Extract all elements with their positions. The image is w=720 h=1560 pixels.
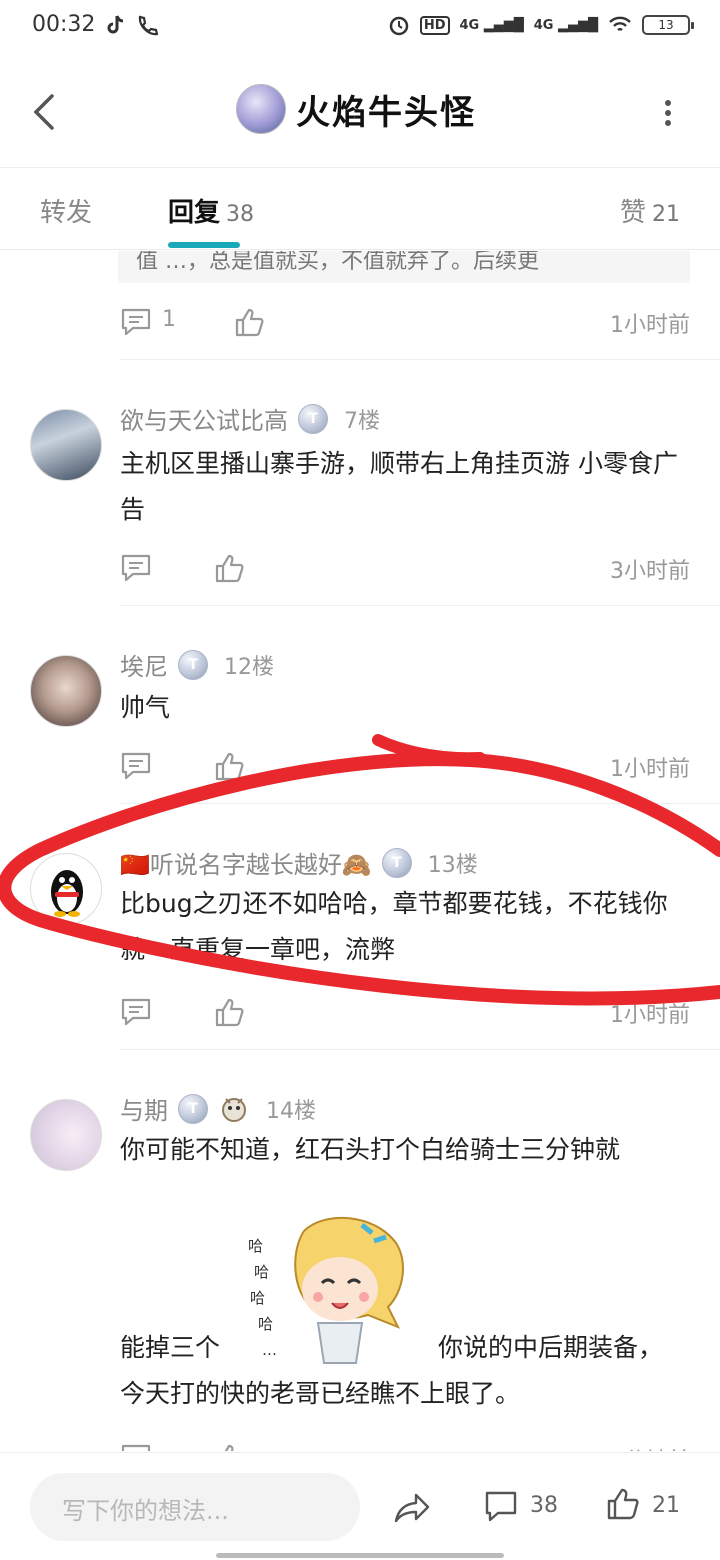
- quoted-reply[interactable]: 值 …，总是值就买，不值就弃了。后续更: [118, 251, 690, 283]
- comment-count: 1: [162, 307, 176, 332]
- comment-text: 帅气: [120, 693, 171, 722]
- avatar[interactable]: [30, 1099, 102, 1171]
- timestamp: 51分钟前: [596, 1443, 690, 1451]
- more-vertical-icon[interactable]: [664, 100, 672, 126]
- chevron-left-icon[interactable]: [30, 92, 58, 132]
- action-row: 1小时前: [120, 747, 690, 787]
- action-row: 1 1小时前: [120, 303, 690, 343]
- thumbs-up-icon[interactable]: [214, 1443, 246, 1451]
- home-indicator[interactable]: [216, 1553, 504, 1558]
- svg-text:哈: 哈: [250, 1289, 265, 1307]
- comment-count: 38: [530, 1493, 558, 1518]
- avatar[interactable]: [30, 655, 102, 727]
- thumbs-up-icon[interactable]: [214, 553, 246, 583]
- svg-text:…: …: [262, 1341, 277, 1359]
- divider: [120, 1049, 720, 1050]
- divider: [120, 359, 720, 360]
- fan-badge-icon: [222, 1097, 246, 1122]
- level-badge: T: [381, 847, 412, 878]
- comment-text: 比bug之刃还不如哈哈，章节都要花钱，不花钱你就一直重复一章吧，流弊: [120, 889, 668, 964]
- alarm-icon: [389, 16, 409, 36]
- username[interactable]: 欲与天公试比高: [120, 401, 288, 436]
- timestamp: 3小时前: [610, 559, 690, 584]
- svg-text:哈: 哈: [248, 1237, 263, 1255]
- tab-bar: 转发 回复 38 赞 21: [0, 168, 720, 250]
- divider: [120, 803, 720, 804]
- level-badge: T: [298, 403, 328, 434]
- avatar[interactable]: [30, 409, 102, 481]
- svg-text:哈: 哈: [254, 1263, 269, 1281]
- tab-reply-count: 38: [226, 202, 255, 227]
- thumbs-up-icon[interactable]: [606, 1487, 640, 1521]
- action-row: 51分钟前: [120, 1439, 690, 1451]
- thumbs-up-icon[interactable]: [214, 751, 246, 781]
- action-row: 1小时前: [120, 993, 690, 1033]
- penguin-avatar[interactable]: [30, 853, 102, 925]
- status-bar: 00:32 HD 4G ▂▄▆█ 4G ▂▄▆█ 13: [0, 0, 720, 56]
- tab-like-label: 赞: [619, 198, 646, 228]
- timestamp: 1小时前: [610, 1003, 690, 1028]
- floor-number: 7楼: [344, 408, 380, 434]
- timestamp: 1小时前: [610, 313, 690, 338]
- header: 火焰牛头怪: [0, 56, 720, 168]
- tab-reply[interactable]: 回复 38: [168, 192, 254, 229]
- tab-forward[interactable]: 转发: [40, 192, 92, 229]
- comment-text-line1: 你可能不知道，红石头打个白给骑士三分钟就: [120, 1135, 621, 1164]
- username[interactable]: 埃尼: [120, 647, 168, 682]
- thumbs-up-icon[interactable]: [214, 997, 246, 1027]
- tab-like-count: 21: [652, 202, 680, 227]
- reply-list[interactable]: 值 …，总是值就买，不值就弃了。后续更 1 1小时前 欲与天公试比高 T 7楼 …: [0, 251, 720, 1451]
- hd-icon: HD: [419, 15, 450, 35]
- reply-input[interactable]: 写下你的想法...: [30, 1473, 360, 1541]
- penguin-icon: [51, 870, 83, 917]
- action-row: 3小时前: [120, 549, 690, 589]
- active-tab-indicator: [168, 242, 240, 248]
- bottom-input-bar: 写下你的想法... 38 21: [0, 1452, 720, 1560]
- floor-number: 14楼: [266, 1098, 316, 1124]
- divider: [120, 605, 720, 606]
- phone-icon: [138, 15, 158, 36]
- tab-reply-label: 回复: [168, 198, 221, 228]
- username[interactable]: 🇨🇳听说名字越长越好🙈: [120, 845, 372, 880]
- comment-icon[interactable]: [120, 997, 152, 1027]
- tab-like[interactable]: 赞 21: [620, 192, 680, 229]
- floor-number: 13楼: [427, 852, 478, 878]
- comment-text-line2-after: 你说的中后期装备，: [438, 1333, 664, 1362]
- thumbs-up-icon[interactable]: [234, 307, 266, 337]
- page-title: 火焰牛头怪: [296, 92, 476, 133]
- signal-4g-icon-2: 4G ▂▄▆█: [533, 17, 598, 33]
- signal-4g-icon: 4G ▂▄▆█: [459, 17, 524, 33]
- header-title-group[interactable]: 火焰牛头怪: [236, 84, 476, 134]
- battery-indicator: 13: [642, 15, 694, 35]
- comment-text-line2-before: 能掉三个: [120, 1333, 221, 1362]
- timestamp: 1小时前: [610, 757, 690, 782]
- comment-icon[interactable]: [120, 751, 152, 781]
- comment-icon[interactable]: [120, 307, 152, 337]
- like-count: 21: [652, 1493, 680, 1518]
- tiktok-icon: [107, 15, 124, 34]
- author-avatar[interactable]: [236, 84, 286, 134]
- level-badge: T: [178, 1093, 208, 1124]
- comment-text-line3: 今天打的快的老哥已经瞧不上眼了。: [120, 1379, 521, 1408]
- svg-text:哈: 哈: [258, 1315, 273, 1333]
- comment-icon[interactable]: [120, 553, 152, 583]
- floor-number: 12楼: [224, 654, 274, 680]
- comment-icon[interactable]: [120, 1443, 152, 1451]
- status-time: 00:32: [32, 12, 96, 37]
- sticker-image: 哈 哈 哈 哈 …: [244, 1211, 414, 1371]
- wifi-icon: [609, 16, 631, 32]
- share-icon[interactable]: [394, 1491, 432, 1525]
- comment-text: 主机区里播山寨手游，顺带右上角挂页游 小零食广告: [120, 449, 678, 524]
- comment-icon[interactable]: [484, 1489, 518, 1523]
- username[interactable]: 与期: [120, 1091, 168, 1126]
- level-badge: T: [178, 649, 208, 680]
